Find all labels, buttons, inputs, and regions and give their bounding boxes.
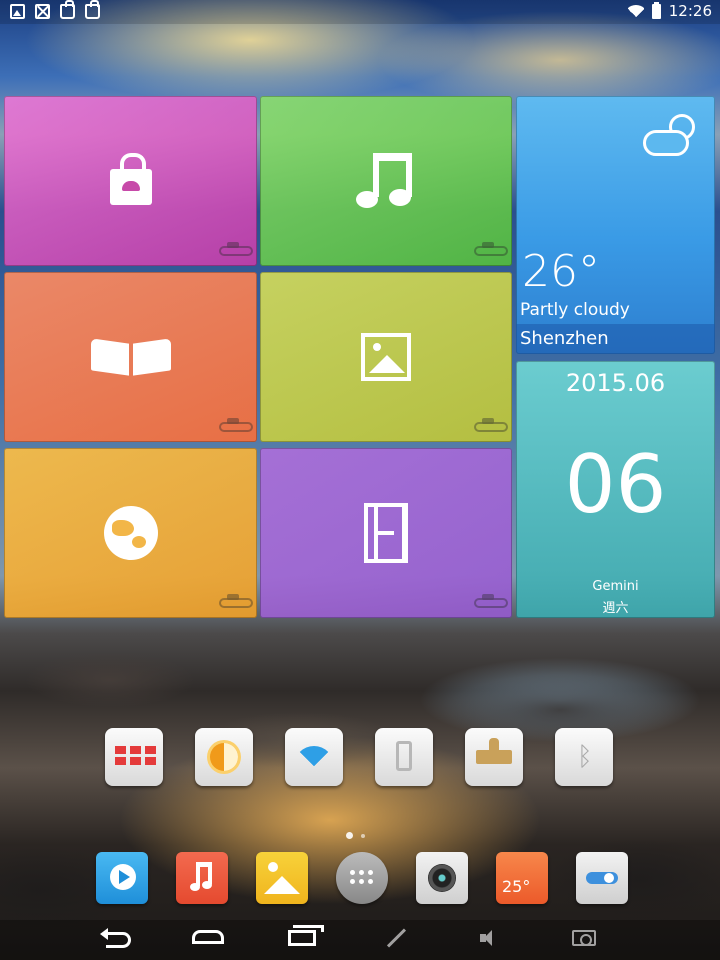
camera-icon[interactable] [416, 852, 468, 904]
date-widget[interactable]: 2015.06 06 Gemini 週六 [516, 361, 715, 618]
date-year-month: 2015.06 [565, 369, 666, 397]
expand-icon[interactable] [386, 928, 406, 948]
tile-gallery[interactable] [260, 272, 512, 442]
lock-toggle[interactable] [465, 728, 523, 786]
swap-icon[interactable] [219, 242, 253, 256]
weather-app-temp: 25° [502, 877, 531, 896]
page-dot-active [346, 832, 353, 839]
recent-apps-icon[interactable] [288, 925, 324, 946]
swap-icon[interactable] [474, 242, 508, 256]
weather-temperature: 26° [522, 246, 600, 297]
film-icon [364, 503, 408, 563]
wifi-toggle[interactable] [285, 728, 343, 786]
swap-icon[interactable] [219, 418, 253, 432]
date-zodiac: Gemini [592, 579, 639, 594]
tile-video[interactable] [260, 448, 512, 618]
tile-music[interactable] [260, 96, 512, 266]
app-drawer-icon[interactable] [336, 852, 388, 904]
gallery-app-icon[interactable] [256, 852, 308, 904]
tile-store[interactable] [4, 96, 257, 266]
date-weekday: 週六 [602, 601, 629, 616]
clock: 12:26 [668, 2, 712, 20]
screenshot-notification-icon [85, 0, 100, 19]
brightness-icon [210, 743, 238, 771]
wallpaper [0, 620, 720, 960]
weather-app-icon[interactable]: 25° [496, 852, 548, 904]
settings-icon[interactable] [576, 852, 628, 904]
gallery-notification-icon [10, 4, 25, 19]
navigation-bar [0, 920, 720, 960]
picture-icon [361, 333, 411, 381]
open-book-icon [90, 337, 171, 377]
vibrate-toggle[interactable] [375, 728, 433, 786]
bluetooth-icon: ᛒ [577, 742, 593, 772]
keyboard-toggle[interactable] [105, 728, 163, 786]
home-icon[interactable] [192, 930, 224, 944]
page-dot [361, 833, 365, 838]
page-indicator [346, 832, 365, 839]
music-note-icon [356, 153, 416, 209]
keyboard-icon [115, 746, 156, 765]
weather-widget[interactable]: 26° Partly cloudy Shenzhen [516, 96, 715, 354]
swap-icon[interactable] [474, 594, 508, 608]
quick-toggles: ᛒ [105, 728, 613, 786]
tile-browser[interactable] [4, 448, 257, 618]
battery-icon [651, 1, 661, 19]
swap-icon[interactable] [219, 594, 253, 608]
date-day: 06 [564, 438, 667, 531]
shopping-bag-icon [109, 153, 152, 205]
video-player-icon[interactable] [96, 852, 148, 904]
dock: 25° [96, 852, 628, 904]
tile-books[interactable] [4, 272, 257, 442]
bluetooth-toggle[interactable]: ᛒ [555, 728, 613, 786]
lock-icon [476, 738, 512, 764]
globe-icon [103, 506, 158, 560]
weather-condition: Partly cloudy [520, 300, 630, 320]
music-player-icon[interactable] [176, 852, 228, 904]
store-notification-icon [60, 0, 75, 19]
status-bar: 12:26 [0, 0, 720, 24]
weather-city: Shenzhen [516, 324, 715, 354]
brightness-toggle[interactable] [195, 728, 253, 786]
volume-icon[interactable] [480, 928, 498, 948]
sun-cloud-icon [643, 108, 699, 158]
blocked-notification-icon [35, 4, 50, 19]
wifi-icon [297, 742, 331, 772]
wifi-status-icon [627, 3, 644, 19]
swap-icon[interactable] [474, 418, 508, 432]
screenshot-icon[interactable] [572, 930, 596, 946]
back-icon[interactable] [100, 928, 131, 948]
vibrate-icon [396, 741, 412, 771]
